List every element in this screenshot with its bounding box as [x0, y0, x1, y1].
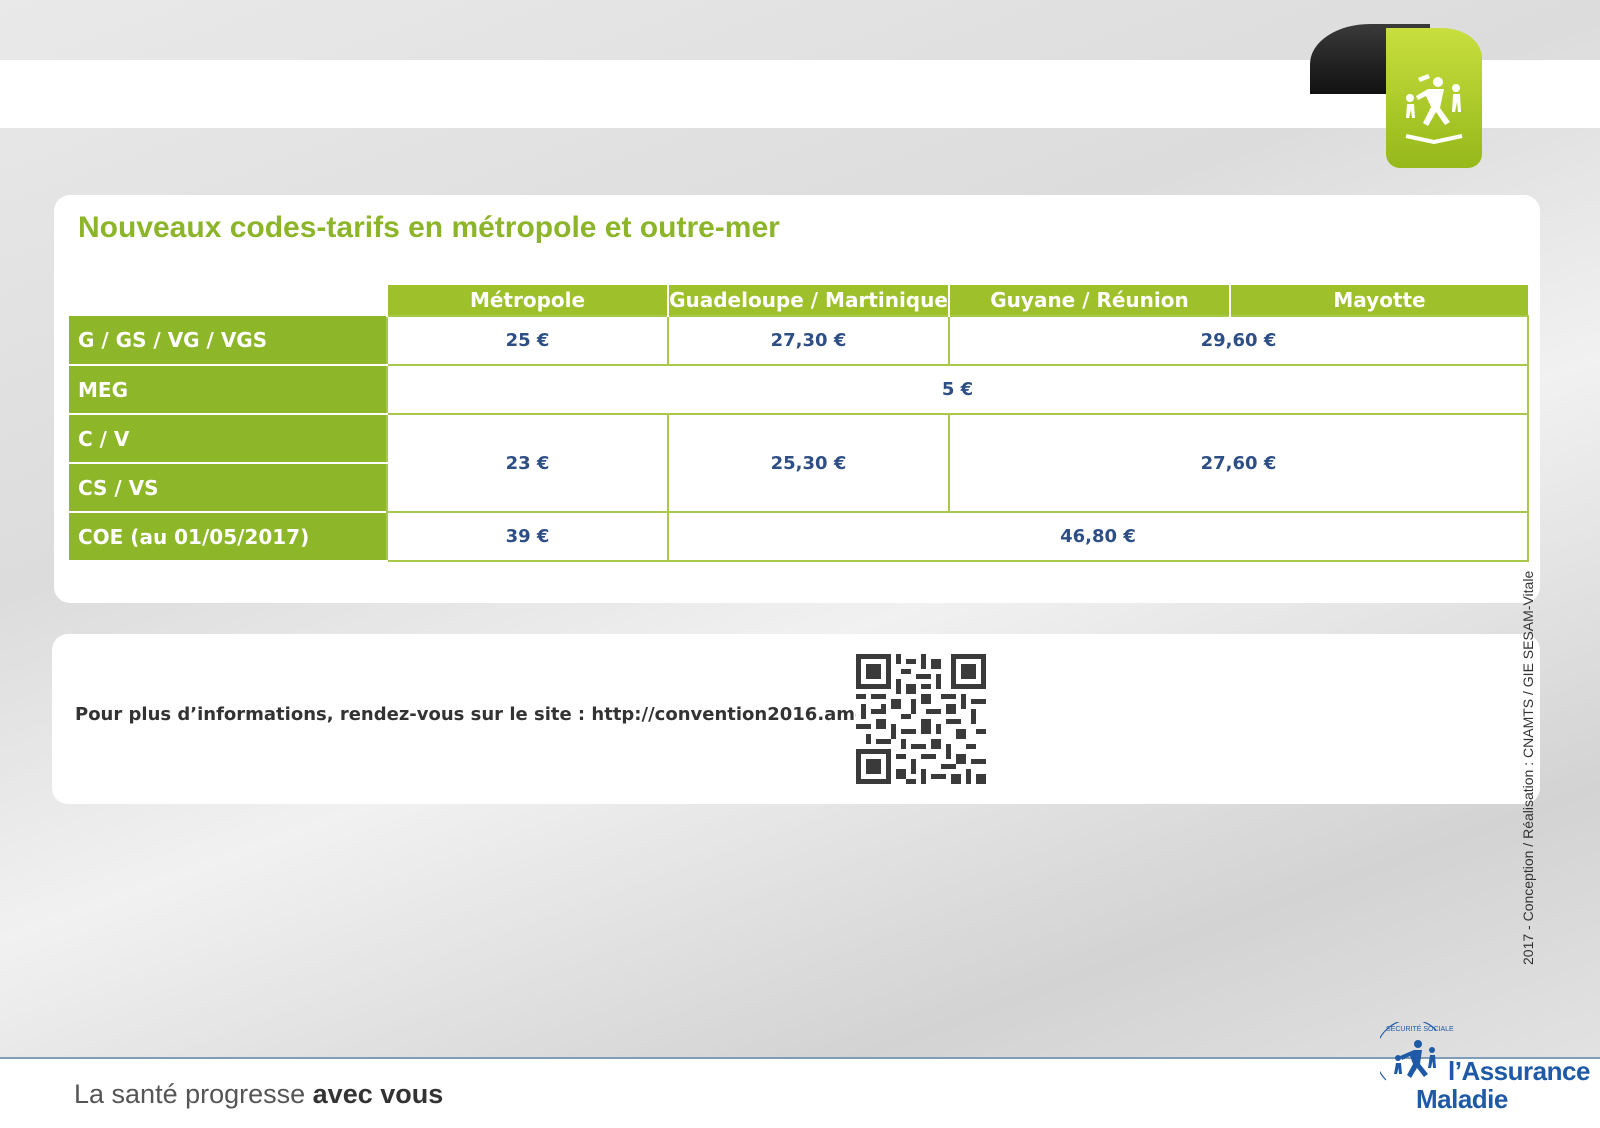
slogan-regular: La santé progresse [74, 1079, 313, 1109]
table-cell: 25 € [386, 315, 669, 366]
qr-code-icon[interactable] [856, 654, 986, 784]
table-cell: 25,30 € [667, 413, 950, 513]
table-cell: 5 € [386, 364, 1529, 415]
logo-arc-text: SÉCURITÉ SOCIALE [1386, 1026, 1454, 1033]
column-header: Mayotte [1229, 285, 1528, 316]
table-row: G / GS / VG / VGS 25 € 27,30 € 29,60 € [69, 315, 1529, 366]
table-row: MEG 5 € [69, 364, 1529, 415]
table-cell: 27,60 € [948, 413, 1529, 513]
table-cell: 46,80 € [667, 511, 1529, 562]
row-label: C / V [69, 414, 387, 464]
column-header: Métropole [386, 285, 668, 316]
table-row: C / V 23 € 25,30 € 27,60 € [69, 413, 1529, 513]
row-label: G / GS / VG / VGS [69, 316, 387, 366]
table-cell: 39 € [386, 511, 669, 562]
corner-badge [1310, 24, 1490, 174]
table-row: COE (au 01/05/2017) 39 € 46,80 € [69, 511, 1529, 562]
table-header-row: Métropole Guadeloupe / Martinique Guyane… [69, 285, 1528, 316]
row-label: MEG [69, 365, 387, 415]
badge-body [1386, 28, 1482, 168]
slogan: La santé progresse avec vous [74, 1079, 443, 1110]
tariffs-card: Nouveaux codes-tarifs en métropole et ou… [54, 195, 1540, 603]
info-link-text[interactable]: Pour plus d’informations, rendez-vous su… [75, 704, 910, 725]
logo-line2: Maladie [1416, 1084, 1508, 1114]
column-header: Guadeloupe / Martinique [667, 285, 949, 316]
table-corner-cell [69, 285, 387, 316]
info-card: Pour plus d’informations, rendez-vous su… [52, 634, 1540, 804]
column-header: Guyane / Réunion [948, 285, 1230, 316]
slogan-bold: avec vous [312, 1079, 444, 1109]
logo-line1: l’Assurance [1448, 1056, 1590, 1086]
side-credit: 2017 - Conception / Réalisation : CNAMTS… [1520, 570, 1536, 965]
row-label: CS / VS [69, 463, 387, 513]
tariffs-table: Métropole Guadeloupe / Martinique Guyane… [69, 285, 1529, 562]
assurance-maladie-logo: SÉCURITÉ SOCIALE l’Assurance Maladie [1380, 1022, 1590, 1122]
table-cell: 23 € [386, 413, 669, 513]
page-title: Nouveaux codes-tarifs en métropole et ou… [78, 211, 780, 244]
row-label: COE (au 01/05/2017) [69, 512, 387, 562]
page: Nouveaux codes-tarifs en métropole et ou… [0, 0, 1600, 1128]
table-cell: 29,60 € [948, 315, 1529, 366]
table-cell: 27,30 € [667, 315, 950, 366]
family-icon [1405, 74, 1463, 144]
